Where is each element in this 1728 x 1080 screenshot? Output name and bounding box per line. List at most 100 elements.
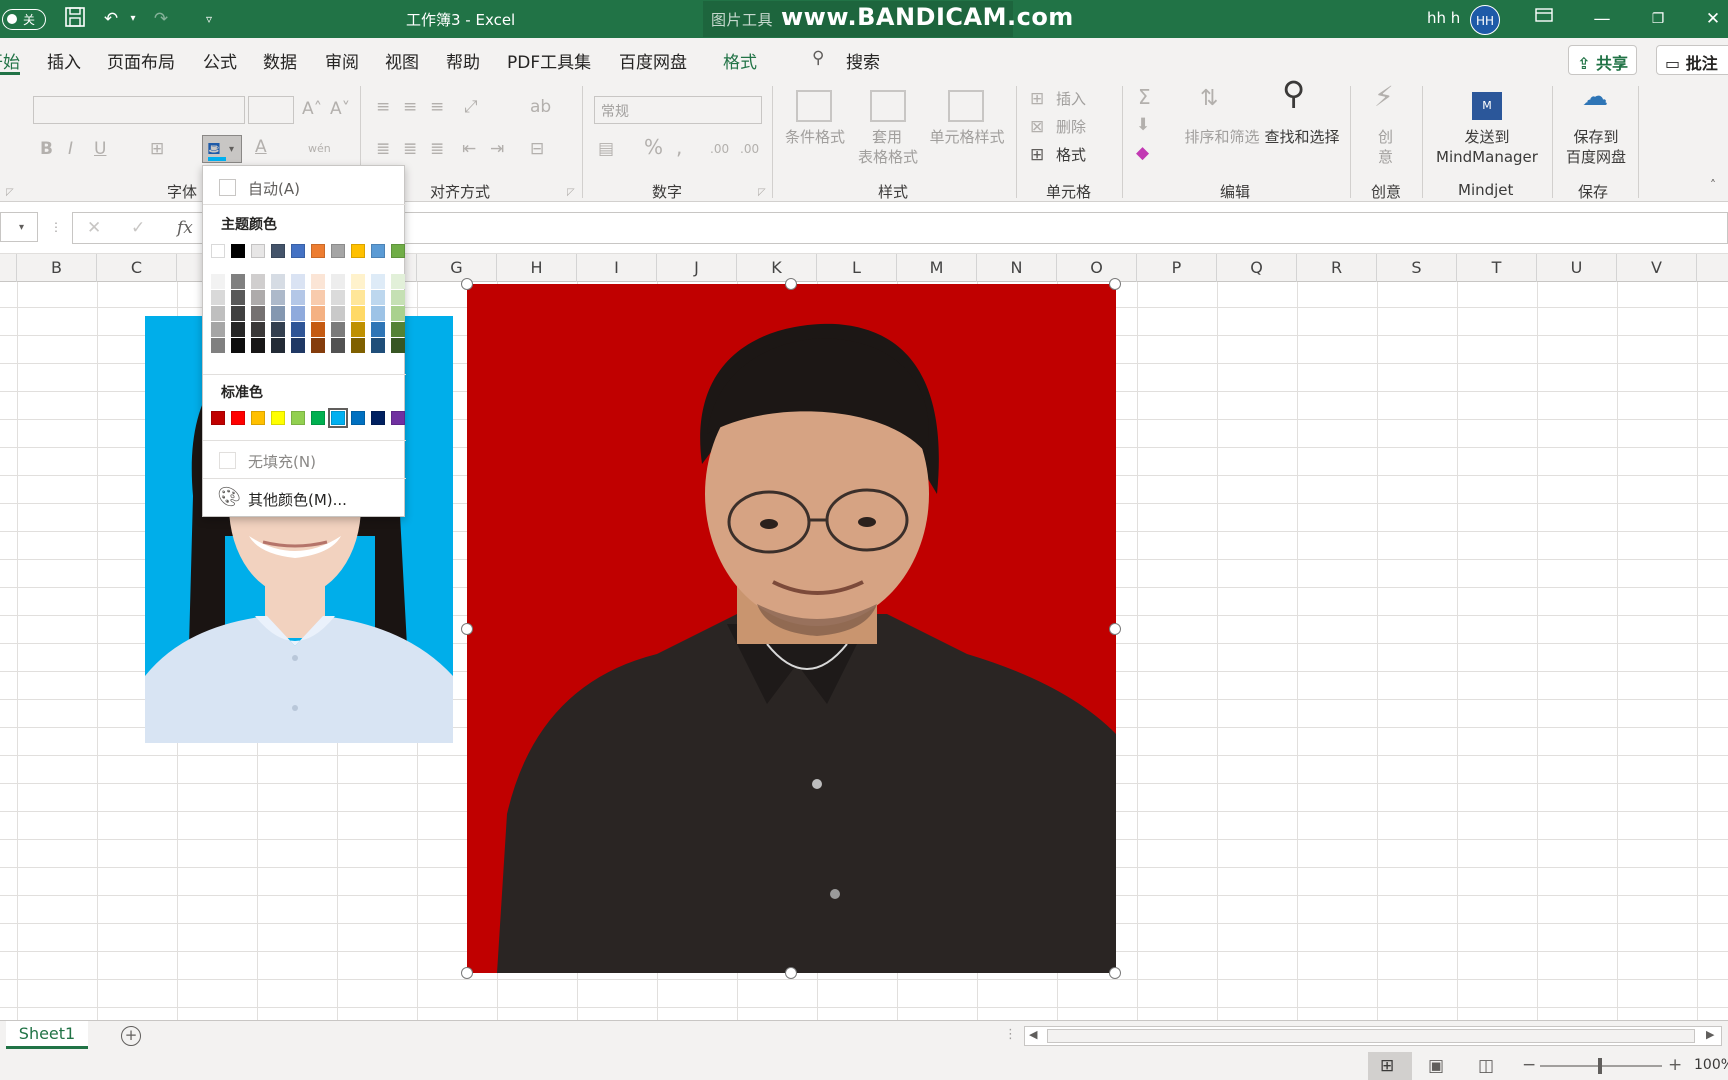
merge-center-icon[interactable]: ⊟	[530, 138, 544, 160]
tab-baidu-disk[interactable]: 百度网盘	[619, 48, 687, 73]
send-to-label[interactable]: 发送到	[1432, 128, 1542, 147]
minimize-icon[interactable]: —	[1589, 6, 1615, 32]
orientation-icon[interactable]: ⤢	[464, 96, 478, 118]
column-header-l[interactable]: L	[817, 254, 897, 282]
font-size-box[interactable]	[248, 96, 294, 124]
theme-shade-swatch[interactable]	[311, 274, 325, 289]
theme-shade-swatch[interactable]	[291, 306, 305, 321]
resize-handle-bottom[interactable]	[785, 967, 797, 979]
autosum-icon[interactable]: Σ	[1138, 86, 1151, 108]
tab-pdf-tools[interactable]: PDF工具集	[507, 48, 591, 73]
column-header-c[interactable]: C	[97, 254, 177, 282]
theme-shade-swatch[interactable]	[211, 338, 225, 353]
align-right-icon[interactable]: ≣	[430, 138, 444, 160]
no-fill-item[interactable]: 无填充(N)	[203, 444, 406, 476]
theme-shade-swatch[interactable]	[231, 306, 245, 321]
theme-shade-swatch[interactable]	[391, 290, 405, 305]
insert-cells-button[interactable]: 插入	[1056, 90, 1086, 109]
undo-dropdown-icon[interactable]: ▾	[120, 6, 146, 32]
tab-help[interactable]: 帮助	[446, 48, 480, 73]
theme-shade-swatch[interactable]	[291, 338, 305, 353]
mindmanager-label[interactable]: MindManager	[1432, 148, 1542, 167]
column-header-m[interactable]: M	[897, 254, 977, 282]
standard-color-swatch[interactable]	[371, 411, 385, 425]
theme-shade-swatch[interactable]	[271, 306, 285, 321]
page-break-view-icon[interactable]: ◫	[1478, 1055, 1494, 1077]
theme-shade-swatch[interactable]	[331, 290, 345, 305]
theme-shade-swatch[interactable]	[371, 306, 385, 321]
enter-icon[interactable]: ✓	[131, 217, 145, 239]
cancel-icon[interactable]: ✕	[87, 217, 101, 239]
theme-shade-swatch[interactable]	[311, 322, 325, 337]
theme-shade-swatch[interactable]	[211, 274, 225, 289]
sheet-tab-sheet1[interactable]: Sheet1	[6, 1021, 88, 1049]
theme-shade-swatch[interactable]	[231, 322, 245, 337]
standard-color-swatch[interactable]	[391, 411, 405, 425]
save-icon[interactable]	[62, 6, 88, 32]
theme-shade-swatch[interactable]	[311, 290, 325, 305]
theme-shade-swatch[interactable]	[251, 290, 265, 305]
theme-shade-swatch[interactable]	[331, 322, 345, 337]
autosave-toggle[interactable]: 关	[2, 9, 46, 30]
standard-color-swatch[interactable]	[211, 411, 225, 425]
theme-color-swatch[interactable]	[351, 244, 365, 258]
theme-shade-swatch[interactable]	[351, 290, 365, 305]
resize-handle-left[interactable]	[461, 623, 473, 635]
cell-styles-button[interactable]: 单元格样式	[926, 128, 1008, 147]
theme-shade-swatch[interactable]	[391, 338, 405, 353]
collapse-ribbon-icon[interactable]: ˄	[1710, 174, 1716, 196]
selected-standard-color-swatch[interactable]	[328, 408, 348, 428]
page-layout-view-icon[interactable]: ▣	[1428, 1055, 1444, 1077]
theme-shade-swatch[interactable]	[391, 306, 405, 321]
decrease-decimal-icon[interactable]: .00	[740, 138, 759, 160]
table-format-label-2[interactable]: 表格格式	[848, 148, 928, 167]
theme-shade-swatch[interactable]	[231, 290, 245, 305]
add-sheet-icon[interactable]: +	[121, 1026, 141, 1046]
theme-color-swatch[interactable]	[331, 244, 345, 258]
fill-icon[interactable]: ⬇	[1136, 114, 1150, 136]
normal-view-button[interactable]: ⊞	[1368, 1052, 1412, 1080]
decrease-indent-icon[interactable]: ⇤	[462, 138, 476, 160]
auto-color-item[interactable]: 自动(A)	[203, 170, 406, 202]
theme-shade-swatch[interactable]	[211, 322, 225, 337]
column-header-s[interactable]: S	[1377, 254, 1457, 282]
theme-color-swatch[interactable]	[391, 244, 405, 258]
resize-handle-top[interactable]	[785, 278, 797, 290]
number-format-select[interactable]: 常规	[594, 96, 762, 124]
percent-icon[interactable]: %	[644, 136, 663, 158]
decrease-font-icon[interactable]: A˅	[330, 98, 350, 120]
theme-shade-swatch[interactable]	[271, 274, 285, 289]
theme-shade-swatch[interactable]	[351, 338, 365, 353]
customize-qat-icon[interactable]: ▿	[196, 6, 222, 32]
underline-icon[interactable]: U	[94, 138, 106, 160]
zoom-out-icon[interactable]: −	[1522, 1054, 1536, 1076]
theme-shade-swatch[interactable]	[391, 322, 405, 337]
column-header-k[interactable]: K	[737, 254, 817, 282]
theme-shade-swatch[interactable]	[371, 338, 385, 353]
theme-color-swatch[interactable]	[271, 244, 285, 258]
theme-shade-swatch[interactable]	[211, 306, 225, 321]
theme-shade-swatch[interactable]	[291, 322, 305, 337]
resize-handle-right[interactable]	[1109, 623, 1121, 635]
tab-home[interactable]: 开始	[0, 48, 20, 73]
ideas-label-1[interactable]: 创	[1378, 128, 1393, 147]
theme-color-swatch[interactable]	[211, 244, 225, 258]
ideas-label-2[interactable]: 意	[1378, 148, 1393, 167]
drag-handle-icon[interactable]: ⋮	[50, 216, 62, 238]
restore-icon[interactable]: ❐	[1645, 6, 1671, 32]
theme-shade-swatch[interactable]	[251, 306, 265, 321]
font-color-icon[interactable]: A	[255, 136, 267, 158]
theme-shade-swatch[interactable]	[371, 322, 385, 337]
theme-shade-swatch[interactable]	[271, 290, 285, 305]
conditional-format-button[interactable]: 条件格式	[782, 128, 848, 147]
column-header-p[interactable]: P	[1137, 254, 1217, 282]
increase-indent-icon[interactable]: ⇥	[490, 138, 504, 160]
baidu-disk-label[interactable]: 百度网盘	[1562, 148, 1630, 167]
tab-insert[interactable]: 插入	[47, 48, 81, 73]
align-center-icon[interactable]: ≣	[403, 138, 417, 160]
theme-shade-swatch[interactable]	[251, 274, 265, 289]
theme-shade-swatch[interactable]	[251, 322, 265, 337]
fill-color-button[interactable]: ⛾ ▾	[202, 135, 242, 163]
theme-shade-swatch[interactable]	[351, 322, 365, 337]
column-header-r[interactable]: R	[1297, 254, 1377, 282]
